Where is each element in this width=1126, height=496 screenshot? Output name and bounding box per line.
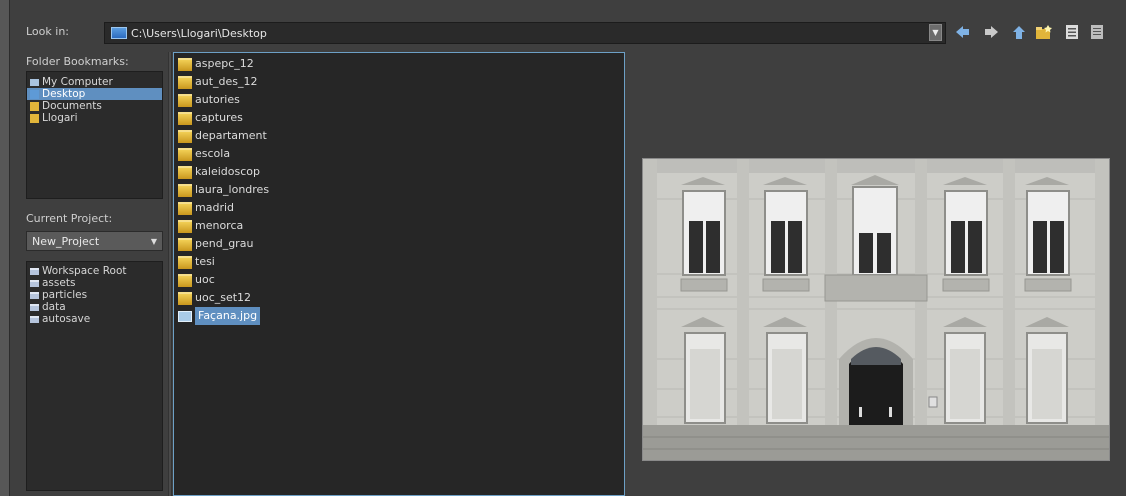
image-preview [642,158,1110,461]
folder-icon [178,291,192,305]
file-item-folder[interactable]: kaleidoscop [174,163,624,181]
current-project-select[interactable]: New_Project ▼ [26,231,163,251]
folder-icon [178,183,192,197]
file-name: kaleidoscop [195,165,261,178]
bookmark-desktop[interactable]: Desktop [27,88,162,100]
folder-icon [178,237,192,251]
building-facade-photo [643,159,1109,460]
file-name: menorca [195,219,244,232]
desktop-icon [111,27,127,39]
back-arrow-icon[interactable] [955,24,971,40]
new-folder-icon[interactable] [1036,24,1052,40]
folder-icon [178,75,192,89]
folder-bookmarks-list: My Computer Desktop Documents Llogari [26,71,163,199]
tree-item-particles[interactable]: particles [27,289,162,301]
folder-icon [30,303,39,311]
look-in-path-combobox[interactable]: C:\Users\Llogari\Desktop [104,22,946,44]
folder-icon [178,255,192,269]
tree-item-workspace-root[interactable]: Workspace Root [27,265,162,277]
file-item-folder[interactable]: laura_londres [174,181,624,199]
file-item-folder[interactable]: escola [174,145,624,163]
folder-icon [178,201,192,215]
bookmark-documents[interactable]: Documents [27,100,162,112]
folder-icon [178,147,192,161]
panel-splitter[interactable] [168,52,172,496]
details-view-icon[interactable] [1089,24,1105,40]
current-project-value: New_Project [32,234,100,248]
file-name: aut_des_12 [195,75,258,88]
file-item-folder[interactable]: pend_grau [174,235,624,253]
forward-arrow-icon[interactable] [983,24,999,40]
bookmark-my-computer[interactable]: My Computer [27,76,162,88]
home-icon[interactable] [1011,24,1027,40]
project-folder-tree: Workspace Root assets particles data aut… [26,261,163,491]
window-left-edge [0,0,10,496]
file-name: pend_grau [195,237,254,250]
file-item-folder[interactable]: aspepc_12 [174,55,624,73]
documents-folder-icon [30,101,39,111]
folder-icon [178,273,192,287]
folder-icon [178,57,192,71]
bookmark-label: Desktop [42,88,86,100]
file-item-folder[interactable]: aut_des_12 [174,73,624,91]
user-folder-icon [30,113,39,123]
file-name: tesi [195,255,215,268]
file-item-image[interactable]: Façana.jpg [174,307,624,325]
file-name: laura_londres [195,183,270,196]
bookmark-llogari[interactable]: Llogari [27,112,162,124]
file-item-folder[interactable]: departament [174,127,624,145]
file-name: Façana.jpg [195,307,261,325]
folder-icon [178,219,192,233]
file-name: captures [195,111,243,124]
path-dropdown-button[interactable]: ▼ [929,24,942,41]
folder-icon [178,111,192,125]
tree-item-label: data [42,301,66,313]
current-project-label: Current Project: [26,212,113,225]
computer-icon [30,78,39,86]
look-in-path-text: C:\Users\Llogari\Desktop [131,26,267,40]
file-name: departament [195,129,267,142]
bookmark-label: Documents [42,100,102,112]
folder-bookmarks-label: Folder Bookmarks: [26,55,129,68]
file-item-folder[interactable]: uoc [174,271,624,289]
look-in-label: Look in: [26,25,69,38]
file-name: madrid [195,201,234,214]
tree-item-autosave[interactable]: autosave [27,313,162,325]
tree-item-data[interactable]: data [27,301,162,313]
bookmark-label: My Computer [42,76,113,88]
file-item-folder[interactable]: autories [174,91,624,109]
chevron-down-icon: ▼ [150,236,158,246]
file-name: escola [195,147,231,160]
folder-icon [30,315,39,323]
tree-item-label: assets [42,277,76,289]
list-view-icon[interactable] [1064,24,1080,40]
file-name: aspepc_12 [195,57,254,70]
file-list: aspepc_12 aut_des_12 autories captures d… [173,52,625,496]
bookmark-label: Llogari [42,112,78,124]
file-name: uoc [195,273,215,286]
folder-icon [178,93,192,107]
folder-icon [178,129,192,143]
image-file-icon [178,310,192,322]
file-name: autories [195,93,240,106]
tree-item-assets[interactable]: assets [27,277,162,289]
tree-item-label: autosave [42,313,91,325]
folder-icon [178,165,192,179]
folder-icon [30,291,39,299]
file-name: uoc_set12 [195,291,252,304]
tree-item-label: Workspace Root [42,265,127,277]
file-item-folder[interactable]: menorca [174,217,624,235]
tree-item-label: particles [42,289,88,301]
file-item-folder[interactable]: tesi [174,253,624,271]
desktop-icon [30,89,39,99]
file-item-folder[interactable]: uoc_set12 [174,289,624,307]
file-item-folder[interactable]: captures [174,109,624,127]
file-item-folder[interactable]: madrid [174,199,624,217]
folder-icon [30,267,39,275]
folder-icon [30,279,39,287]
